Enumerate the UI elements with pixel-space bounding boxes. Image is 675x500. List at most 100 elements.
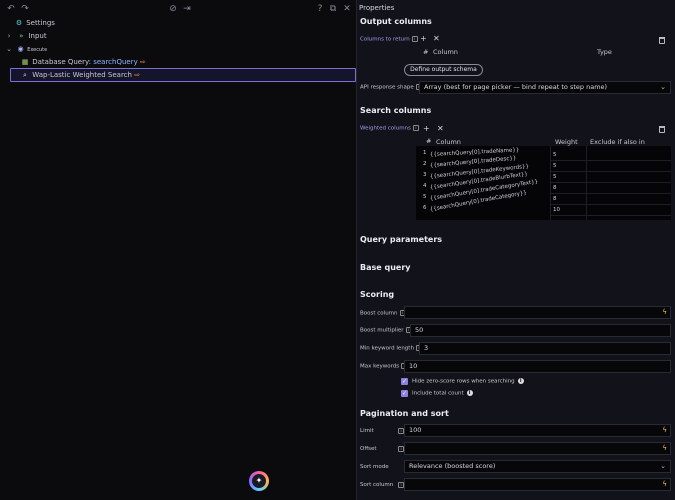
limit-input[interactable]: 100 ϟ [404,424,671,437]
flow-toolbar: ↶ ↷ ⊘ ⇥ ? ⧉ ✕ [0,0,357,18]
weight-cell[interactable]: 8 [553,196,557,202]
row-number: 2 [423,161,427,167]
boost-multiplier-input[interactable]: 50 [410,324,671,337]
column-header-type: Type [597,48,612,56]
copy-icon[interactable]: ⧉ [328,4,338,14]
query-parameters-title[interactable]: Query parameters [360,235,442,244]
properties-header: Properties [359,4,395,12]
column-header-hash: # [426,137,432,145]
scoring-title: Scoring [360,290,395,299]
redo-icon[interactable]: ↷ [20,4,30,14]
offset-label: Offset [360,446,377,452]
sort-column-label: Sort column [360,482,394,488]
chevron-down-icon: ⌄ [6,45,12,53]
sparkle-icon: ✦ [252,474,266,488]
info-icon: i [517,378,524,384]
eye-icon: ◉ [17,45,24,53]
sort-mode-select[interactable]: Relevance (boosted score) ⌄ [404,460,671,473]
base-query-title[interactable]: Base query [360,263,410,272]
row-divider [550,182,671,183]
search-icon: ⌕ [23,71,27,79]
tree-item-database-query[interactable]: ▦ Database Query: searchQuery ⇨ [20,56,146,68]
column-header-column: Column [436,138,461,146]
boost-column-label: Boost column i [360,310,406,317]
api-shape-select[interactable]: Array (best for page picker — bind repea… [419,81,671,94]
gear-icon: ⚙ [15,19,23,27]
tree-item-input[interactable]: › » Input [4,30,47,42]
offset-input[interactable]: ϟ [404,442,671,455]
exit-icon[interactable]: ⇥ [182,4,192,14]
properties-panel: Properties Output columns Columns to ret… [357,0,675,500]
row-divider [550,193,671,194]
tree-item-execute[interactable]: ⌄ ◉ Execute [4,43,47,55]
trash-icon[interactable] [659,37,665,44]
undo-icon[interactable]: ↶ [6,4,16,14]
weighted-columns-label: Weighted columns i [360,125,419,132]
boost-multiplier-label: Boost multiplier i [360,327,412,334]
row-divider [550,215,671,216]
row-number: 1 [423,150,427,156]
trash-icon[interactable] [659,126,665,133]
input-icon: » [19,32,24,40]
bolt-icon[interactable]: ϟ [662,479,667,490]
column-header-weight: Weight [555,138,578,146]
bolt-icon[interactable]: ϟ [662,425,667,436]
row-number: 6 [423,205,427,211]
column-divider [550,146,551,220]
columns-to-return-label: Columns to return i [360,36,418,43]
api-shape-label: API response shapei [360,84,422,91]
tree-item-weighted-search[interactable]: ⌕ Wap-Lastic Weighted Search ⇨ [20,69,140,81]
tree-item-settings[interactable]: ⚙ Settings [14,17,55,29]
row-number: 4 [423,183,427,189]
ai-assistant-button[interactable]: ✦ [249,471,269,491]
output-icon: ⇨ [139,58,146,66]
include-total-checkbox[interactable]: ✓ [401,390,408,397]
sort-mode-label: Sort mode [360,464,389,470]
row-divider [550,171,671,172]
chevron-down-icon: ⌄ [660,83,666,91]
column-divider [586,146,587,220]
sort-column-input[interactable]: ϟ [404,478,671,491]
row-divider [550,160,671,161]
search-columns-title: Search columns [360,106,432,115]
pagination-title: Pagination and sort [360,409,449,418]
row-number: 3 [423,172,427,178]
flow-panel: ↶ ↷ ⊘ ⇥ ? ⧉ ✕ ⚙ Settings › » Input ⌄ ◉ E… [0,0,357,500]
define-output-schema-button[interactable]: Define output schema [404,64,483,76]
min-keyword-length-input[interactable]: 3 [419,342,671,355]
hide-zero-checkbox[interactable]: ✓ [401,378,408,385]
bolt-icon[interactable]: ϟ [662,307,667,318]
chevron-down-icon: ⌄ [660,462,666,470]
weighted-columns-table: 1 {{searchQuery[0].tradeName}} 5 2 {{searchQ… [416,146,671,220]
weight-cell[interactable]: 5 [553,163,557,169]
row-divider [550,204,671,205]
clear-rows-icon[interactable]: ✕ [433,34,440,43]
disable-icon[interactable]: ⊘ [168,4,178,14]
boost-column-input[interactable]: ϟ [404,306,671,319]
add-row-icon[interactable]: + [420,34,427,43]
column-header-exclude: Exclude if also in [590,138,645,146]
close-icon[interactable]: ✕ [342,4,352,14]
weight-cell[interactable]: 5 [553,152,557,158]
min-keyword-length-label: Min keyword lengthi [360,345,422,352]
output-icon: ⇨ [134,71,141,79]
output-columns-title: Output columns [360,17,432,26]
weight-cell[interactable]: 8 [553,185,557,191]
max-keywords-input[interactable]: 10 [404,360,671,373]
weight-cell[interactable]: 10 [553,207,560,213]
bolt-icon[interactable]: ϟ [662,443,667,454]
info-icon: i [411,36,418,42]
info-icon: i [466,390,473,396]
add-row-icon[interactable]: + [423,124,430,133]
max-keywords-label: Max keywordsi [360,363,408,370]
column-header-column: Column [433,48,458,56]
weight-cell[interactable]: 5 [553,174,557,180]
hide-zero-label: Hide zero-score rows when searching i [412,378,524,385]
include-total-label: Include total count i [412,390,473,397]
column-header-hash: # [423,48,429,56]
limit-label: Limit [360,428,374,434]
table-icon: ▦ [21,58,29,66]
help-icon[interactable]: ? [315,4,325,14]
row-number: 5 [423,194,427,200]
clear-rows-icon[interactable]: ✕ [437,124,444,133]
